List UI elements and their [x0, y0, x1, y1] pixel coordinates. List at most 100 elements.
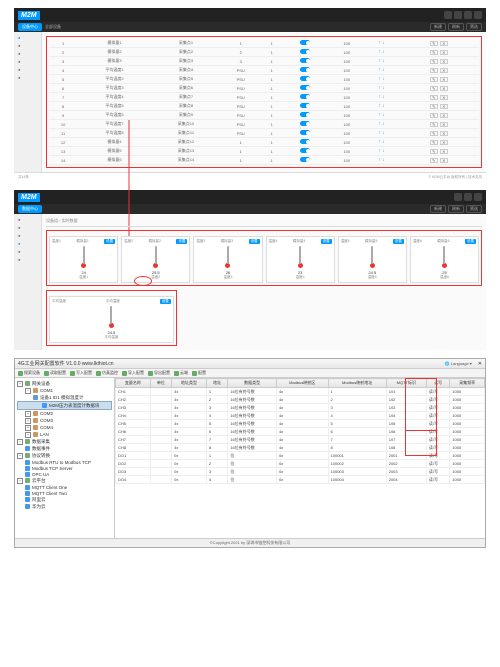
toggle-switch[interactable]	[300, 103, 310, 108]
toolbar-upload[interactable]: 写入配置	[70, 370, 92, 376]
toolbar-cloud[interactable]: 云端	[174, 370, 188, 376]
toolbar-button[interactable]: 刷新	[448, 205, 464, 213]
toolbar-sim[interactable]: 仿真监控	[96, 370, 118, 376]
active-tab[interactable]: 数据中心	[18, 205, 42, 213]
tree-com[interactable]: +COM2	[17, 410, 112, 417]
sidebar-item[interactable]: ●	[16, 256, 39, 263]
header-icon[interactable]	[454, 193, 462, 201]
gauge-set-button[interactable]: 设置	[249, 239, 260, 244]
grid-header[interactable]: 地址类型	[172, 379, 207, 388]
edit-icon[interactable]: ✎	[430, 50, 438, 55]
tree-datablock[interactable]: M2M压力表温度计数据块	[17, 401, 112, 410]
expand-icon[interactable]: +	[25, 411, 31, 417]
table-row[interactable]: 1模拟量1采集点111100↑ ↓✎✕	[49, 39, 479, 48]
expand-icon[interactable]: +	[25, 432, 31, 438]
grid-header[interactable]: Modbus映射区	[276, 379, 328, 388]
sidebar-item[interactable]: ●	[16, 74, 39, 81]
table-row[interactable]: 11平均温度8采集点11PSU1100↑ ↓✎✕	[49, 129, 479, 138]
sidebar-item[interactable]: ●	[16, 34, 39, 41]
collapse-icon[interactable]: −	[17, 453, 23, 459]
delete-icon[interactable]: ✕	[440, 41, 448, 46]
grid-row[interactable]: DO10x1位0x1000012001读/写1000	[116, 452, 485, 460]
header-icon[interactable]	[444, 11, 452, 19]
tree-item[interactable]: 数据事件	[17, 445, 112, 452]
edit-icon[interactable]: ✎	[430, 158, 438, 163]
toggle-switch[interactable]	[300, 121, 310, 126]
gauge-set-button[interactable]: 设置	[160, 299, 171, 304]
grid-row[interactable]: CH44x416位有符号数4x4104读/写1000	[116, 412, 485, 420]
toolbar-export[interactable]: 导出配置	[148, 370, 170, 376]
toolbar-button[interactable]: 新建	[430, 23, 446, 31]
toolbar-download[interactable]: 读取配置	[44, 370, 66, 376]
edit-icon[interactable]: ✎	[430, 86, 438, 91]
toolbar-button[interactable]: 筛选	[466, 205, 482, 213]
toolbar-settings[interactable]: 配置	[192, 370, 206, 376]
table-row[interactable]: 3模拟量3采集点331100↑ ↓✎✕	[49, 57, 479, 66]
grid-row[interactable]: CH54x516位有符号数4x5105读/写1000	[116, 420, 485, 428]
toggle-switch[interactable]	[300, 67, 310, 72]
collapse-icon[interactable]: −	[17, 439, 23, 445]
tree-item[interactable]: 华为云	[17, 503, 112, 510]
gauge-set-button[interactable]: 设置	[321, 239, 332, 244]
delete-icon[interactable]: ✕	[440, 59, 448, 64]
table-row[interactable]: 14模拟量6采集点1411100↑ ↓✎✕	[49, 156, 479, 165]
crumb[interactable]: 设备组	[46, 218, 58, 223]
grid-header[interactable]: 单位	[150, 379, 171, 388]
table-row[interactable]: 13模拟量5采集点1311100↑ ↓✎✕	[49, 147, 479, 156]
user-icon[interactable]	[474, 193, 482, 201]
gauge-set-button[interactable]: 设置	[393, 239, 404, 244]
grid-row[interactable]: CH74x716位有符号数4x7107读/写1000	[116, 436, 485, 444]
edit-icon[interactable]: ✎	[430, 122, 438, 127]
edit-icon[interactable]: ✎	[430, 104, 438, 109]
edit-icon[interactable]: ✎	[430, 149, 438, 154]
tree-root[interactable]: −网关设备	[17, 380, 112, 387]
table-row[interactable]: 4平均温度1采集点4PSU1100↑ ↓✎✕	[49, 66, 479, 75]
language-selector[interactable]: 🌐 Language ▾	[445, 361, 472, 366]
toolbar-button[interactable]: 筛选	[466, 23, 482, 31]
table-row[interactable]: 9平均温度6采集点9PSU1100↑ ↓✎✕	[49, 111, 479, 120]
collapse-icon[interactable]: −	[17, 381, 23, 387]
header-icon[interactable]	[464, 193, 472, 201]
tree-device[interactable]: 设备1 ID1 模拟温度计	[17, 394, 112, 401]
grid-header[interactable]: 地址	[206, 379, 227, 388]
grid-header[interactable]: 数据类型	[228, 379, 277, 388]
gauge-set-button[interactable]: 设置	[104, 239, 115, 244]
edit-icon[interactable]: ✎	[430, 131, 438, 136]
edit-icon[interactable]: ✎	[430, 113, 438, 118]
sidebar-item[interactable]: ●	[16, 240, 39, 247]
toolbar-search[interactable]: 搜索设备	[18, 370, 40, 376]
delete-icon[interactable]: ✕	[440, 113, 448, 118]
delete-icon[interactable]: ✕	[440, 86, 448, 91]
grid-header[interactable]: Modbus映射地址	[328, 379, 386, 388]
expand-icon[interactable]: −	[25, 388, 31, 394]
sidebar-item[interactable]: ●	[16, 50, 39, 57]
edit-icon[interactable]: ✎	[430, 77, 438, 82]
toggle-switch[interactable]	[300, 94, 310, 99]
toggle-switch[interactable]	[300, 85, 310, 90]
toggle-switch[interactable]	[300, 58, 310, 63]
tree-group[interactable]: −数据采集	[17, 438, 112, 445]
edit-icon[interactable]: ✎	[430, 95, 438, 100]
grid-row[interactable]: CH64x616位有符号数4x6106读/写1000	[116, 428, 485, 436]
toggle-switch[interactable]	[300, 139, 310, 144]
grid-row[interactable]: CH24x216位有符号数4x2102读/写1000	[116, 396, 485, 404]
close-icon[interactable]: ✕	[478, 361, 482, 367]
sidebar-item[interactable]: ●	[16, 58, 39, 65]
toolbar-button[interactable]: 刷新	[448, 23, 464, 31]
toggle-switch[interactable]	[300, 76, 310, 81]
active-tab[interactable]: 设备中心	[18, 23, 42, 31]
edit-icon[interactable]: ✎	[430, 59, 438, 64]
delete-icon[interactable]: ✕	[440, 122, 448, 127]
table-row[interactable]: 6平均温度3采集点6PSU1100↑ ↓✎✕	[49, 84, 479, 93]
edit-icon[interactable]: ✎	[430, 140, 438, 145]
toggle-switch[interactable]	[300, 49, 310, 54]
gauge-set-button[interactable]: 设置	[465, 239, 476, 244]
toggle-switch[interactable]	[300, 148, 310, 153]
sidebar-item[interactable]: ●	[16, 66, 39, 73]
grid-row[interactable]: CH14x116位有符号数4x1101读/写1000	[116, 388, 485, 396]
toolbar-button[interactable]: 新建	[430, 205, 446, 213]
grid-row[interactable]: DO20x2位0x1000022002读/写1000	[116, 460, 485, 468]
table-row[interactable]: 12模拟量4采集点1211100↑ ↓✎✕	[49, 138, 479, 147]
expand-icon[interactable]: +	[25, 425, 31, 431]
delete-icon[interactable]: ✕	[440, 104, 448, 109]
